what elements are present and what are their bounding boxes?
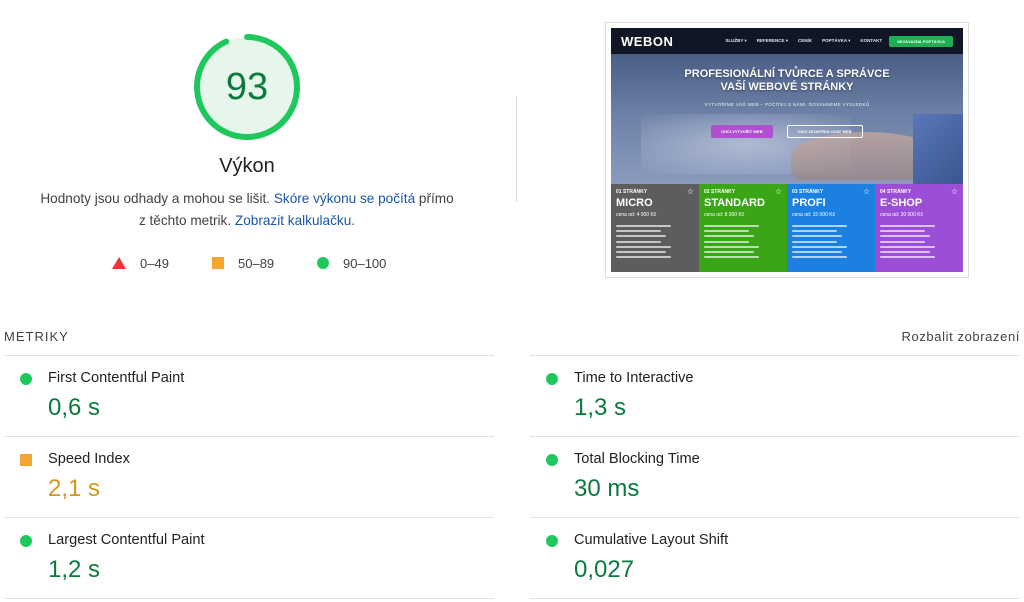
metric-speed-index: Speed Index 2,1 s bbox=[4, 437, 484, 517]
thumbnail-menu-item: CENÍK bbox=[798, 38, 813, 43]
legend-average: 50–89 bbox=[212, 255, 274, 271]
card-feature-lines bbox=[704, 225, 782, 259]
metric-name: Largest Contentful Paint bbox=[48, 532, 205, 548]
thumbnail-hero-button-primary: CHCI VYTVOŘIT WEB bbox=[711, 125, 773, 138]
card-feature-lines bbox=[616, 225, 694, 259]
square-icon bbox=[212, 257, 224, 269]
pricing-card-standard: ☆ 02 STRÁNKY STANDARD cena od: 8 000 Kč bbox=[699, 184, 787, 272]
metric-value: 0,6 s bbox=[48, 394, 101, 421]
metric-value: 30 ms bbox=[574, 475, 640, 502]
metric-first-contentful-paint: First Contentful Paint 0,6 s bbox=[4, 356, 484, 436]
card-feature-lines bbox=[792, 225, 870, 259]
metric-value: 1,3 s bbox=[574, 394, 627, 421]
pass-circle-icon bbox=[546, 454, 558, 466]
metrics-section-label: METRIKY bbox=[4, 329, 69, 344]
legend-bad: 0–49 bbox=[112, 255, 169, 271]
metric-name: Total Blocking Time bbox=[574, 451, 700, 467]
legend-good: 90–100 bbox=[317, 255, 386, 271]
thumbnail-cta-button: NEZÁVAZNÁ POPTÁVKA bbox=[889, 35, 953, 47]
performance-score-value: 93 bbox=[225, 65, 269, 108]
thumbnail-navbar: WEBON SLUŽBY ▾ REFERENCE ▾ CENÍK POPTÁVK… bbox=[611, 28, 963, 54]
circle-icon bbox=[317, 257, 329, 269]
score-description: Hodnoty jsou odhady a mohou se lišit. Sk… bbox=[40, 188, 454, 232]
pricing-card-profi: ☆ 03 STRÁNKY PROFI cena od: 15 000 Kč bbox=[787, 184, 875, 272]
average-square-icon bbox=[20, 454, 32, 466]
star-icon: ☆ bbox=[950, 187, 958, 196]
card-name: STANDARD bbox=[704, 197, 765, 209]
metrics-divider bbox=[530, 598, 1020, 599]
performance-title: Výkon bbox=[219, 155, 275, 177]
thumbnail-hero-buttons: CHCI VYTVOŘIT WEB CHCI ZKONTROLOVAT WEB bbox=[611, 125, 963, 138]
card-feature-lines bbox=[880, 225, 958, 259]
card-price: cena od: 20 000 Kč bbox=[880, 212, 924, 218]
metric-largest-contentful-paint: Largest Contentful Paint 1,2 s bbox=[4, 518, 484, 598]
card-pre: 03 STRÁNKY bbox=[792, 189, 824, 195]
hero-title-line-1: PROFESIONÁLNÍ TVŮRCE A SPRÁVCE bbox=[684, 68, 890, 80]
metric-name: Cumulative Layout Shift bbox=[574, 532, 729, 548]
legend-good-label: 90–100 bbox=[343, 255, 387, 271]
triangle-icon bbox=[112, 257, 126, 269]
pass-circle-icon bbox=[20, 373, 32, 385]
thumbnail-menu-item: REFERENCE ▾ bbox=[756, 38, 789, 43]
metric-name: First Contentful Paint bbox=[48, 370, 185, 386]
page-screenshot-thumbnail[interactable]: WEBON SLUŽBY ▾ REFERENCE ▾ CENÍK POPTÁVK… bbox=[605, 22, 969, 278]
metric-name: Speed Index bbox=[48, 451, 130, 467]
pass-circle-icon bbox=[546, 535, 558, 547]
card-price: cena od: 15 000 Kč bbox=[792, 212, 836, 218]
pass-circle-icon bbox=[20, 535, 32, 547]
score-calculation-link[interactable]: Skóre výkonu se počítá bbox=[274, 191, 415, 206]
thumbnail-logo: WEBON bbox=[621, 33, 674, 49]
card-pre: 04 STRÁNKY bbox=[880, 189, 912, 195]
expand-view-toggle[interactable]: Rozbalit zobrazení bbox=[902, 329, 1020, 344]
metric-total-blocking-time: Total Blocking Time 30 ms bbox=[530, 437, 1010, 517]
thumbnail-hero: PROFESIONÁLNÍ TVŮRCE A SPRÁVCE VAŠÍ WEBO… bbox=[611, 54, 963, 184]
metric-time-to-interactive: Time to Interactive 1,3 s bbox=[530, 356, 1010, 436]
metric-name: Time to Interactive bbox=[574, 370, 694, 386]
hero-title-line-2: VAŠÍ WEBOVÉ STRÁNKY bbox=[720, 81, 854, 93]
pricing-card-eshop: ☆ 04 STRÁNKY E-SHOP cena od: 20 000 Kč bbox=[875, 184, 963, 272]
score-description-text: Hodnoty jsou odhady a mohou se lišit. bbox=[40, 191, 274, 206]
card-name: PROFI bbox=[792, 197, 826, 209]
legend-average-label: 50–89 bbox=[238, 255, 275, 271]
thumbnail-hero-subtitle: VYTVOŘÍME VÁŠ WEB – POČÍTEJ S NÁMI, DOSÁ… bbox=[704, 102, 870, 107]
thumbnail-hero-title: PROFESIONÁLNÍ TVŮRCE A SPRÁVCE VAŠÍ WEBO… bbox=[611, 68, 963, 94]
card-pre: 02 STRÁNKY bbox=[704, 189, 736, 195]
card-pre: 01 STRÁNKY bbox=[616, 189, 648, 195]
show-calculator-link[interactable]: Zobrazit kalkulačku. bbox=[235, 213, 355, 228]
section-divider bbox=[516, 96, 517, 202]
pass-circle-icon bbox=[546, 373, 558, 385]
thumbnail-pricing-cards: ☆ 01 STRÁNKY MICRO cena od: 4 000 Kč ☆ 0… bbox=[611, 184, 963, 272]
card-name: MICRO bbox=[616, 197, 653, 209]
star-icon: ☆ bbox=[774, 187, 782, 196]
star-icon: ☆ bbox=[686, 187, 694, 196]
card-price: cena od: 8 000 Kč bbox=[704, 212, 745, 218]
card-name: E-SHOP bbox=[880, 197, 923, 209]
thumbnail-menu-item: SLUŽBY ▾ bbox=[725, 38, 747, 43]
thumbnail-hero-button-secondary: CHCI ZKONTROLOVAT WEB bbox=[786, 125, 863, 138]
star-icon: ☆ bbox=[862, 187, 870, 196]
thumbnail-menu-item: POPTÁVKA ▾ bbox=[822, 38, 851, 43]
legend-bad-label: 0–49 bbox=[140, 255, 169, 271]
metrics-divider bbox=[4, 598, 494, 599]
metric-value: 1,2 s bbox=[48, 556, 101, 583]
metric-cumulative-layout-shift: Cumulative Layout Shift 0,027 bbox=[530, 518, 1010, 598]
thumbnail-menu-item: KONTAKT bbox=[860, 38, 883, 43]
thumbnail-menu: SLUŽBY ▾ REFERENCE ▾ CENÍK POPTÁVKA ▾ KO… bbox=[725, 38, 882, 44]
pricing-card-micro: ☆ 01 STRÁNKY MICRO cena od: 4 000 Kč bbox=[611, 184, 699, 272]
thumbnail-viewport: WEBON SLUŽBY ▾ REFERENCE ▾ CENÍK POPTÁVK… bbox=[611, 28, 963, 272]
metric-value: 0,027 bbox=[574, 556, 635, 583]
performance-score-gauge: 93 bbox=[193, 33, 301, 141]
card-price: cena od: 4 000 Kč bbox=[616, 212, 657, 218]
metric-value: 2,1 s bbox=[48, 475, 101, 502]
